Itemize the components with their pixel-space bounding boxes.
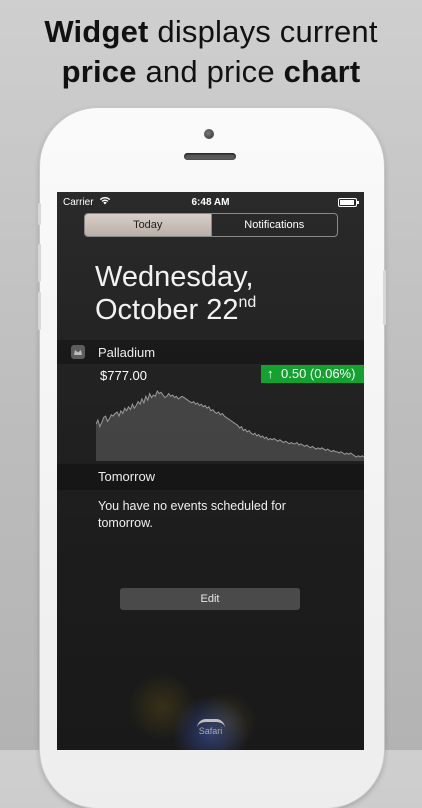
earpiece-speaker xyxy=(184,153,236,160)
tab-today[interactable]: Today xyxy=(85,214,211,236)
date-ordinal-suffix: nd xyxy=(238,294,257,311)
price-change-value: 0.50 (0.06%) xyxy=(281,366,356,381)
power-button xyxy=(383,270,386,325)
no-events-message: You have no events scheduled for tomorro… xyxy=(98,499,286,530)
date-display: Wednesday, October 22nd xyxy=(95,261,256,327)
palladium-widget-header[interactable]: Palladium xyxy=(57,340,364,364)
edit-button[interactable]: Edit xyxy=(120,588,300,610)
price-chart xyxy=(96,389,364,461)
palladium-app-icon xyxy=(71,345,85,359)
headline-line-2: price and price chart xyxy=(61,54,361,89)
promo-headline: Widget displays current price and price … xyxy=(0,12,422,92)
battery-icon xyxy=(338,198,359,207)
volume-up-button xyxy=(38,244,41,282)
price-change-badge: ↑ 0.50 (0.06%) xyxy=(261,365,364,383)
headline-line-1: Widget displays current xyxy=(44,14,378,49)
up-arrow-icon: ↑ xyxy=(267,366,274,381)
tab-notifications[interactable]: Notifications xyxy=(210,214,338,236)
date-month-day-line: October 22nd xyxy=(95,294,257,326)
dock-app-label: Safari xyxy=(198,726,223,736)
date-weekday: Wednesday, xyxy=(95,261,254,293)
front-camera xyxy=(204,129,214,139)
widget-title: Palladium xyxy=(98,345,156,360)
status-time: 6:48 AM xyxy=(191,197,230,208)
tomorrow-label: Tomorrow xyxy=(98,469,156,484)
silent-switch xyxy=(38,203,41,225)
phone-screen: Carrier 6:48 AM Today Notifications Wedn… xyxy=(57,192,364,750)
tomorrow-section-header: Tomorrow xyxy=(57,464,364,490)
volume-down-button xyxy=(38,292,41,330)
current-price: $777.00 xyxy=(100,368,147,383)
today-notifications-segmented-control: Today Notifications xyxy=(84,213,338,237)
price-chart-area xyxy=(96,391,364,461)
status-bar: Carrier 6:48 AM xyxy=(57,192,364,212)
